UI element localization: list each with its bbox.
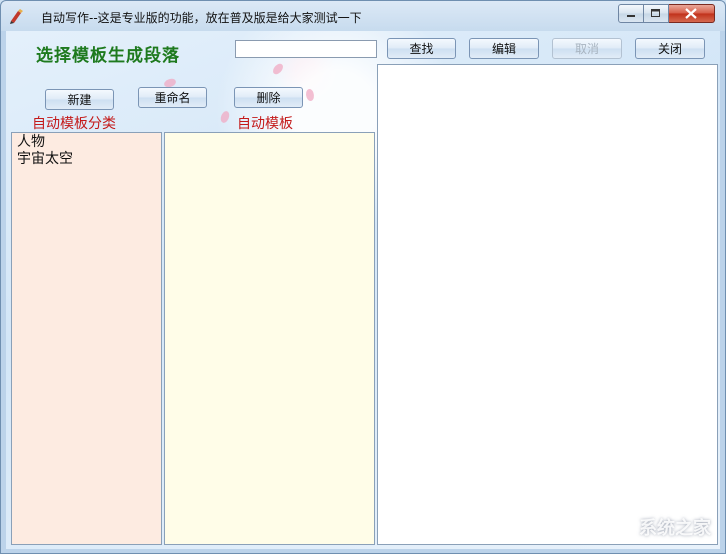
new-button[interactable]: 新建 [45,89,114,110]
petal-decoration [304,87,316,103]
maximize-button[interactable] [644,4,669,23]
cancel-button[interactable]: 取消 [552,38,622,59]
petal-decoration [220,110,230,124]
edit-button[interactable]: 编辑 [469,38,539,59]
maximize-icon [651,9,660,17]
category-list[interactable]: 人物 宇宙太空 [11,132,162,545]
client-area: 选择模板生成段落 查找 编辑 取消 关闭 新建 重命名 删除 自动模板分类 自动… [6,31,720,549]
category-list-label: 自动模板分类 [32,116,116,132]
search-input[interactable] [235,40,377,58]
minimize-button[interactable] [618,4,644,23]
find-button[interactable]: 查找 [387,38,456,59]
app-window: 自动写作--这是专业版的功能，放在普及版是给大家测试一下 选择模板生成段落 查找… [0,0,726,554]
template-list-label: 自动模板 [237,116,293,132]
template-list[interactable] [164,132,375,545]
list-item[interactable]: 人物 [14,134,73,151]
delete-button[interactable]: 删除 [234,87,303,108]
watermark: 系统之家 [639,518,711,539]
rename-button[interactable]: 重命名 [138,87,207,108]
list-item[interactable]: 宇宙太空 [14,151,73,168]
close-window-button[interactable] [669,4,715,23]
close-icon [685,8,697,19]
petal-decoration [271,61,285,77]
minimize-icon [627,15,635,17]
preview-text-area[interactable]: 系统之家 [377,64,718,545]
page-title: 选择模板生成段落 [36,46,180,66]
close-button[interactable]: 关闭 [635,38,705,59]
title-bar[interactable]: 自动写作--这是专业版的功能，放在普及版是给大家测试一下 [1,1,725,31]
window-title: 自动写作--这是专业版的功能，放在普及版是给大家测试一下 [41,11,362,25]
app-icon [10,9,23,24]
